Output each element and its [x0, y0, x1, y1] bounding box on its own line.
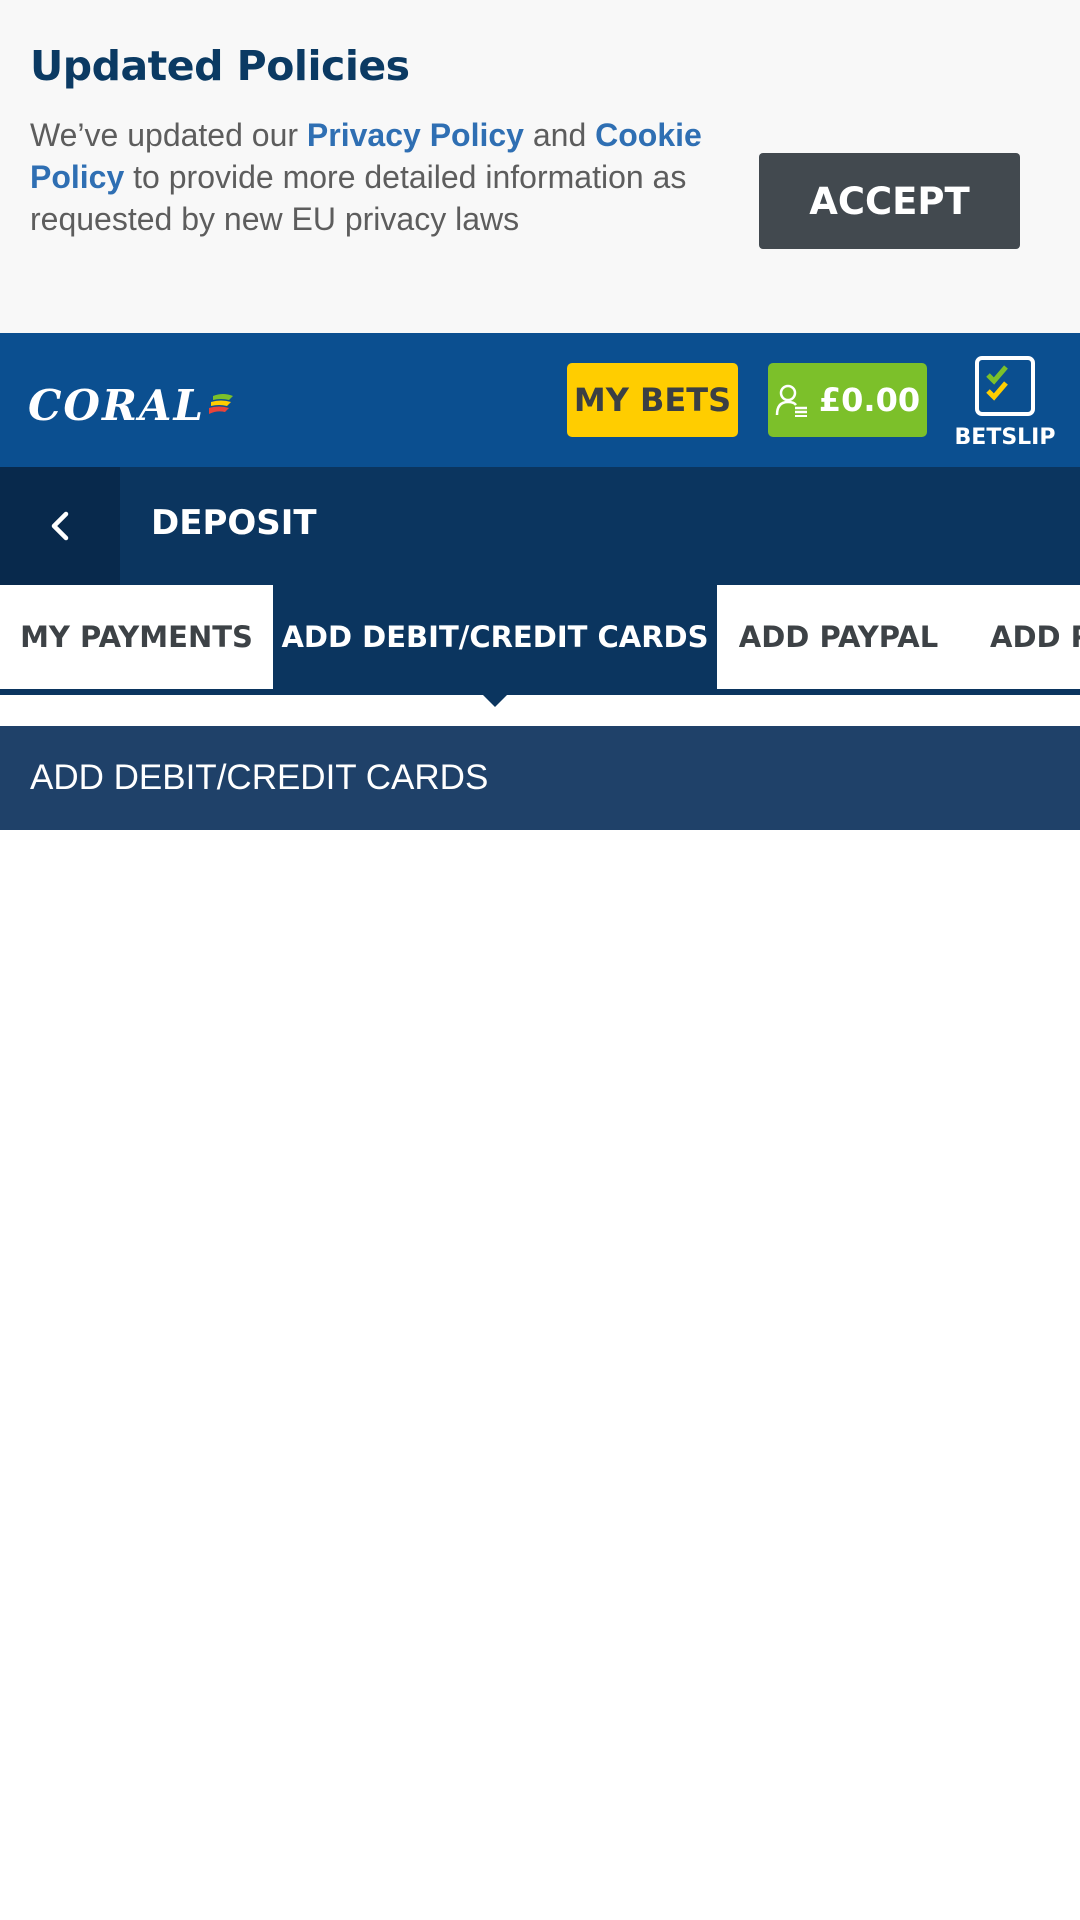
privacy-policy-link[interactable]: Privacy Policy: [307, 117, 524, 153]
betslip-icon: [975, 356, 1035, 416]
policy-banner: Updated Policies We’ve updated our Priva…: [0, 0, 1080, 333]
policy-title: Updated Policies: [30, 42, 410, 90]
back-button[interactable]: [0, 467, 120, 585]
accept-button[interactable]: ACCEPT: [759, 153, 1020, 249]
account-icon: [775, 384, 807, 417]
tab-add-paypal[interactable]: ADD PAYPAL: [717, 585, 960, 689]
tab-my-payments[interactable]: MY PAYMENTS: [0, 585, 273, 689]
my-bets-button[interactable]: MY BETS: [567, 363, 738, 437]
policy-text-and: and: [523, 117, 596, 153]
policy-text-after: to provide more detailed information as …: [30, 159, 687, 237]
page-title: DEPOSIT: [151, 503, 317, 543]
active-tab-pointer: [482, 694, 508, 707]
logo-text: CORAL: [28, 380, 206, 430]
tabs-underline: [0, 689, 1080, 695]
betslip-button[interactable]: BETSLIP: [954, 355, 1056, 455]
balance-button[interactable]: £0.00: [768, 363, 927, 437]
payment-tabs: MY PAYMENTS ADD DEBIT/CREDIT CARDS ADD P…: [0, 585, 1080, 689]
section-header: ADD DEBIT/CREDIT CARDS: [0, 726, 1080, 830]
section-title: ADD DEBIT/CREDIT CARDS: [30, 758, 489, 797]
coral-logo[interactable]: CORAL: [28, 381, 235, 430]
tab-add-debit-credit-cards[interactable]: ADD DEBIT/CREDIT CARDS: [273, 585, 717, 689]
policy-text: We’ve updated our Privacy Policy and Coo…: [30, 114, 710, 240]
tab-add-p[interactable]: ADD P: [960, 585, 1080, 689]
betslip-label: BETSLIP: [954, 425, 1056, 450]
policy-text-before: We’ve updated our: [30, 117, 307, 153]
flag-icon: [209, 394, 234, 414]
balance-amount: £0.00: [818, 381, 921, 419]
chevron-left-icon: [51, 511, 69, 541]
